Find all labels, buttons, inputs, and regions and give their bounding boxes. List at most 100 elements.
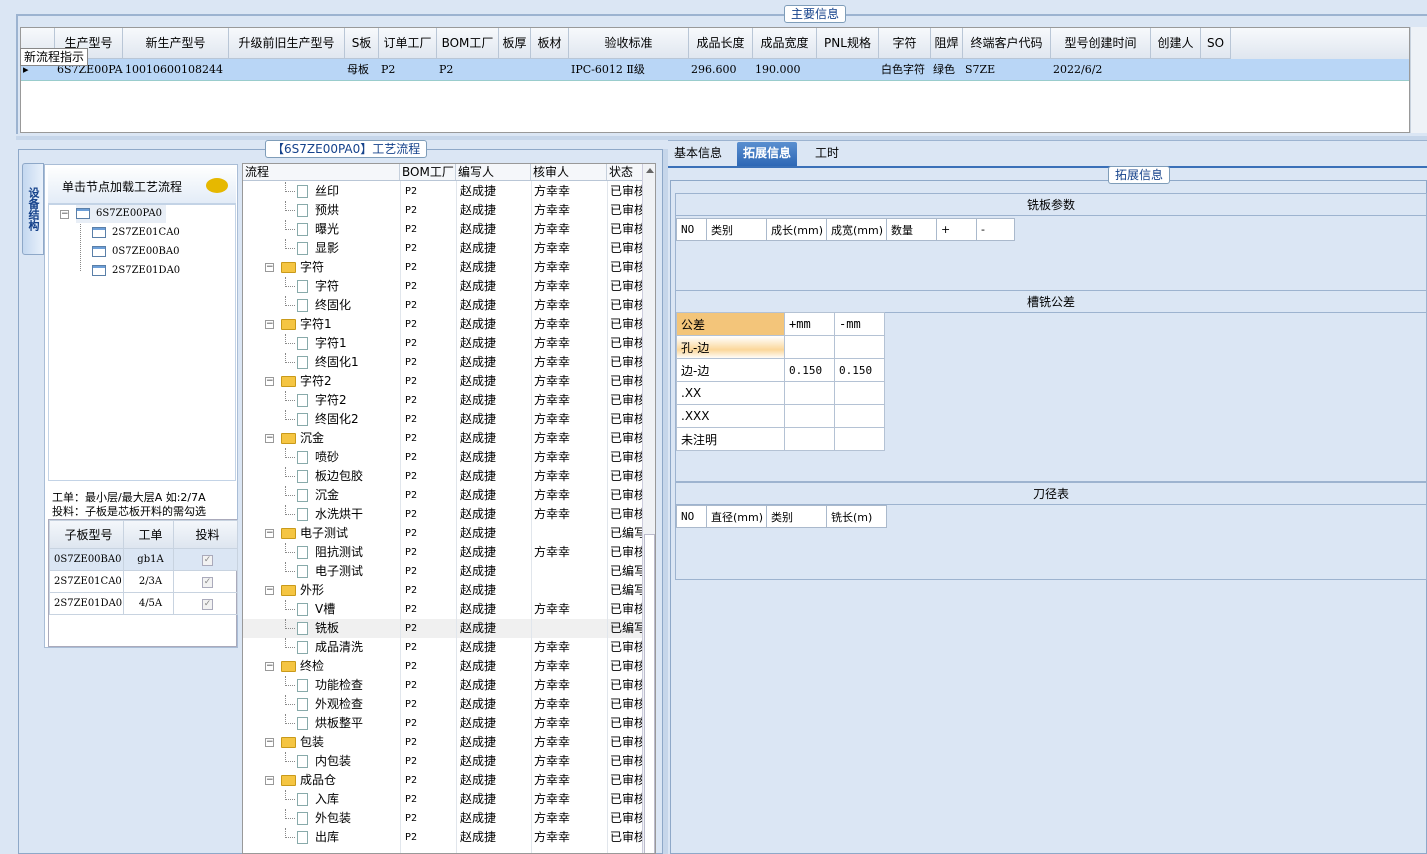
flow-row[interactable]: 外形 − P2 赵成捷 已编写 [243,581,644,600]
top-col-header[interactable]: 板厚 [499,28,531,59]
flow-row[interactable]: 成品仓 − P2 赵成捷 方幸幸 已审核 [243,771,644,790]
feed-cell[interactable]: ✓ [173,548,238,571]
expand-toggle[interactable]: − [265,738,274,747]
model-grid-row[interactable]: ▸ 6S7ZE00PA0 10010600108244 母板 P2 P2 IPC-6012 … [21,59,1409,81]
flow-row[interactable]: 终固化1 P2 赵成捷 方幸幸 已审核 [243,353,644,372]
flow-row[interactable]: 曝光 P2 赵成捷 方幸幸 已审核 [243,220,644,239]
scroll-up-arrow[interactable] [646,168,654,173]
expand-toggle[interactable]: − [265,377,274,386]
expand-toggle[interactable]: − [265,776,274,785]
tolerance-row[interactable]: .XXX [676,404,885,428]
flow-row[interactable]: 外观检查 P2 赵成捷 方幸幸 已审核 [243,695,644,714]
flow-row[interactable]: 终检 − P2 赵成捷 方幸幸 已审核 [243,657,644,676]
top-col-header[interactable]: 成品长度 [689,28,753,59]
top-col-header[interactable]: 字符 [879,28,931,59]
flow-row[interactable]: 显影 P2 赵成捷 方幸幸 已审核 [243,239,644,258]
flow-row[interactable]: 终固化2 P2 赵成捷 方幸幸 已审核 [243,410,644,429]
flow-row[interactable]: 入库 P2 赵成捷 方幸幸 已审核 [243,790,644,809]
feed-checkbox[interactable]: ✓ [202,576,213,588]
tree-child-1[interactable]: 2S7ZE01CA0 [92,224,180,242]
expand-toggle[interactable]: − [265,263,274,272]
flow-row[interactable]: 字符 − P2 赵成捷 方幸幸 已审核 [243,258,644,277]
flow-row[interactable]: 字符 P2 赵成捷 方幸幸 已审核 [243,277,644,296]
feed-checkbox[interactable]: ✓ [202,554,213,566]
process-flow-grid[interactable]: 流程 BOM工厂 编写人 核审人 状态 丝印 P2 赵成捷 方幸幸 已审核 预烘 P2 赵成捷… [242,163,656,854]
top-col-header[interactable]: 订单工厂 [379,28,437,59]
feed-checkbox[interactable]: ✓ [202,598,213,610]
sub-row[interactable]: 0S7ZE00BA0 gb1A ✓ [49,548,238,571]
tolerance-row[interactable]: 未注明 [676,427,885,451]
remove-button[interactable]: - [976,218,1015,241]
top-col-header[interactable]: 终端客户代码 [963,28,1051,59]
tol-plus[interactable] [784,335,835,359]
top-col-header[interactable]: 阻焊 [931,28,963,59]
flow-row[interactable]: 成品清洗 P2 赵成捷 方幸幸 已审核 [243,638,644,657]
top-col-header[interactable]: 创建人 [1151,28,1201,59]
expand-toggle[interactable]: − [265,586,274,595]
top-col-header[interactable]: 新生产型号 [123,28,229,59]
tree-child-2[interactable]: 0S7ZE00BA0 [92,243,179,261]
top-col-header[interactable]: 型号创建时间 [1051,28,1151,59]
tol-plus[interactable] [784,381,835,405]
tol-plus[interactable]: 0.150 [784,358,835,382]
flow-row[interactable]: 沉金 P2 赵成捷 方幸幸 已审核 [243,486,644,505]
flow-row[interactable]: 喷砂 P2 赵成捷 方幸幸 已审核 [243,448,644,467]
add-button[interactable]: + [936,218,977,241]
flow-row[interactable]: 电子测试 P2 赵成捷 已编写 [243,562,644,581]
top-col-header[interactable]: SO [1201,28,1231,59]
top-col-header[interactable]: 验收标准 [569,28,689,59]
tol-minus[interactable] [834,335,885,359]
flow-row[interactable]: 水洗烘干 P2 赵成捷 方幸幸 已审核 [243,505,644,524]
flow-row[interactable]: 外包装 P2 赵成捷 方幸幸 已审核 [243,809,644,828]
flow-row[interactable]: 阻抗测试 P2 赵成捷 方幸幸 已审核 [243,543,644,562]
top-col-header[interactable]: 升级前旧生产型号 [229,28,345,59]
top-col-header[interactable]: 成品宽度 [753,28,817,59]
flow-row[interactable]: 丝印 P2 赵成捷 方幸幸 已审核 [243,182,644,201]
top-col-header[interactable]: S板 [345,28,379,59]
flow-row[interactable]: 字符1 − P2 赵成捷 方幸幸 已审核 [243,315,644,334]
expand-toggle[interactable]: − [265,662,274,671]
flow-row[interactable]: 出库 P2 赵成捷 方幸幸 已审核 [243,828,644,847]
flow-row[interactable]: 终固化 P2 赵成捷 方幸幸 已审核 [243,296,644,315]
sub-row[interactable]: 2S7ZE01CA0 2/3A ✓ [49,570,238,593]
flow-row[interactable]: 内包装 P2 赵成捷 方幸幸 已审核 [243,752,644,771]
scroll-thumb[interactable] [644,534,655,853]
flow-row[interactable]: 电子测试 − P2 赵成捷 已编写 [243,524,644,543]
tol-minus[interactable] [834,381,885,405]
expand-toggle[interactable]: − [265,320,274,329]
milling-params-grid[interactable]: NO 类别 成长(mm) 成宽(mm) 数量 + - [676,218,1015,241]
flow-row[interactable]: 铣板 P2 赵成捷 已编写 [243,619,644,638]
tolerance-row[interactable]: 孔-边 [676,335,885,359]
tol-plus[interactable] [784,404,835,428]
tab-basic-info[interactable]: 基本信息 [668,142,728,166]
tab-work-hours[interactable]: 工时 [809,142,845,166]
feed-cell[interactable]: ✓ [173,592,238,615]
feed-cell[interactable]: ✓ [173,570,238,593]
flow-row[interactable]: 沉金 − P2 赵成捷 方幸幸 已审核 [243,429,644,448]
flow-scrollbar[interactable] [642,164,655,853]
top-col-header[interactable]: PNL规格 [817,28,879,59]
tree-collapse-toggle[interactable]: − [60,210,69,219]
flow-row[interactable]: 烘板整平 P2 赵成捷 方幸幸 已审核 [243,714,644,733]
flow-row[interactable]: 包装 − P2 赵成捷 方幸幸 已审核 [243,733,644,752]
flow-row[interactable]: 功能检查 P2 赵成捷 方幸幸 已审核 [243,676,644,695]
tol-minus[interactable]: 0.150 [834,358,885,382]
tab-device-structure[interactable]: 设备结构 [22,163,44,255]
top-grid-scrollbar[interactable] [1410,27,1427,133]
tol-minus[interactable] [834,404,885,428]
tab-extended-info[interactable]: 拓展信息 [737,142,798,166]
tol-plus[interactable] [784,427,835,451]
model-grid[interactable]: 生产型号 新生产型号 升级前旧生产型号 S板 订单工厂 BOM工厂 板厚 板材 验收标准 成品长度… [20,27,1410,133]
flow-row[interactable]: 字符2 − P2 赵成捷 方幸幸 已审核 [243,372,644,391]
tolerance-row[interactable]: .XX [676,381,885,405]
expand-toggle[interactable]: − [265,434,274,443]
flow-row[interactable]: V槽 P2 赵成捷 方幸幸 已审核 [243,600,644,619]
top-col-header[interactable]: 板材 [531,28,569,59]
flow-row[interactable]: 板边包胶 P2 赵成捷 方幸幸 已审核 [243,467,644,486]
sub-board-grid[interactable]: 子板型号 工单 投料 0S7ZE00BA0 gb1A ✓ 2S7ZE01CA0 2/3… [48,519,238,647]
tol-minus[interactable] [834,427,885,451]
flow-row[interactable]: 字符1 P2 赵成捷 方幸幸 已审核 [243,334,644,353]
tool-diameter-grid[interactable]: NO 直径(mm) 类别 铣长(m) [676,505,887,528]
expand-toggle[interactable]: − [265,529,274,538]
tree-root[interactable]: 6S7ZE00PA0 [76,205,166,223]
